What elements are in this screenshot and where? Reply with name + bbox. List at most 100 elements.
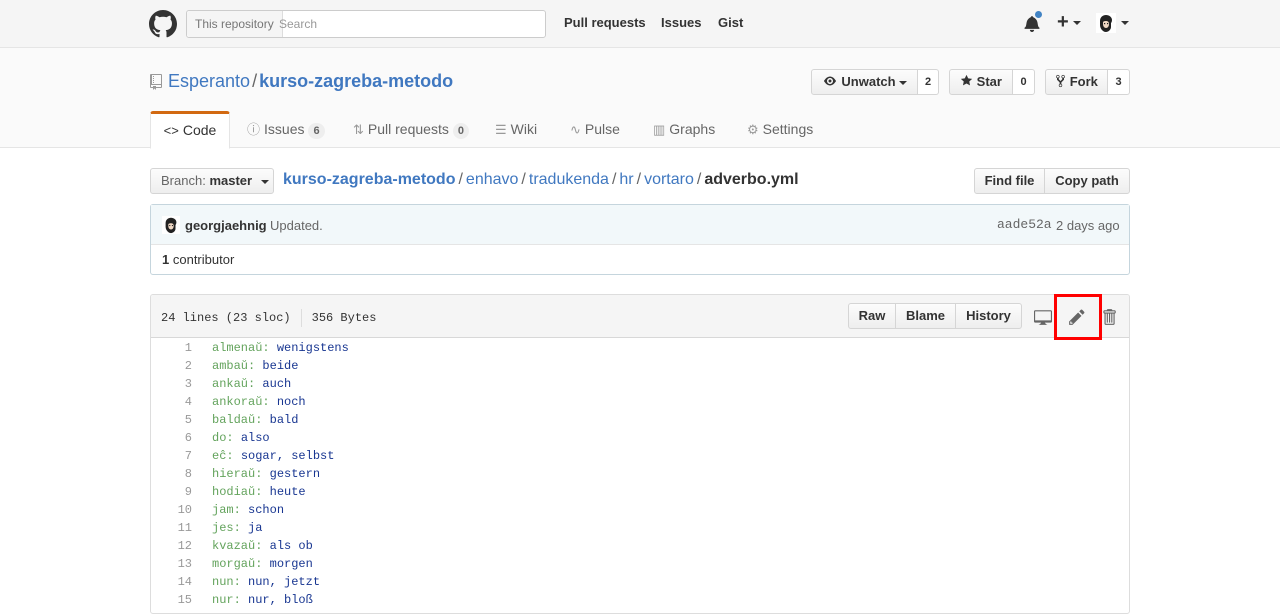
issues-counter: 6 bbox=[308, 123, 325, 139]
line-number[interactable]: 14 bbox=[151, 573, 192, 591]
yaml-key: nun: bbox=[212, 575, 241, 589]
breadcrumb-separator: / bbox=[521, 171, 526, 188]
star-button[interactable]: Star bbox=[949, 69, 1013, 95]
line-number[interactable]: 10 bbox=[151, 501, 192, 519]
repo-title-separator: / bbox=[252, 71, 258, 91]
repo-icon bbox=[150, 74, 162, 90]
breadcrumb: kurso-zagreba-metodo / enhavo / tradukenda / h… bbox=[283, 171, 799, 189]
blame-button[interactable]: Blame bbox=[895, 303, 956, 329]
file-header: 24 lines (23 sloc) 356 Bytes Raw Blame Hi… bbox=[151, 295, 1129, 338]
yaml-key: ankoraŭ: bbox=[212, 395, 270, 409]
tab-graphs[interactable]: ▥ Graphs bbox=[653, 111, 715, 149]
contributors-toggle[interactable]: 1 contributor bbox=[162, 252, 234, 267]
line-number[interactable]: 12 bbox=[151, 537, 192, 555]
raw-button[interactable]: Raw bbox=[848, 303, 896, 329]
tab-graphs-label: Graphs bbox=[669, 121, 716, 137]
line-number[interactable]: 2 bbox=[151, 357, 192, 375]
line-number[interactable]: 8 bbox=[151, 465, 192, 483]
repo-header: Esperanto / kurso-zagreba-metodo Unwatch 2… bbox=[0, 48, 1280, 149]
chevron-down-icon[interactable] bbox=[1121, 21, 1129, 25]
tab-pulse[interactable]: ∿ Pulse bbox=[570, 111, 620, 149]
yaml-value: also bbox=[240, 431, 270, 445]
file-info: 24 lines (23 sloc) 356 Bytes bbox=[161, 309, 376, 327]
watch-count[interactable]: 2 bbox=[918, 69, 939, 95]
tab-wiki-label: Wiki bbox=[510, 121, 538, 137]
breadcrumb-repo-link[interactable]: kurso-zagreba-metodo bbox=[283, 171, 455, 188]
yaml-key: baldaŭ: bbox=[212, 413, 263, 427]
github-logo-icon[interactable] bbox=[149, 10, 177, 38]
line-number[interactable]: 4 bbox=[151, 393, 192, 411]
issue-icon: ⓘ bbox=[247, 122, 261, 137]
repo-owner-link[interactable]: Esperanto bbox=[168, 71, 250, 91]
tab-settings[interactable]: ⚙ Settings bbox=[747, 111, 813, 149]
yaml-value: morgen bbox=[269, 557, 313, 571]
trash-icon[interactable] bbox=[1100, 308, 1118, 326]
line-number[interactable]: 1 bbox=[151, 339, 192, 357]
yaml-value: als ob bbox=[269, 539, 313, 553]
branch-selector[interactable]: Branch: master bbox=[150, 168, 274, 194]
yaml-key: eĉ: bbox=[212, 449, 234, 463]
copy-path-button[interactable]: Copy path bbox=[1044, 168, 1130, 194]
yaml-value: heute bbox=[269, 485, 306, 499]
tab-code[interactable]: <> Code bbox=[150, 111, 230, 149]
line-content: ankoraŭ: noch bbox=[212, 393, 306, 411]
fork-count[interactable]: 3 bbox=[1108, 69, 1130, 95]
star-count[interactable]: 0 bbox=[1013, 69, 1035, 95]
line-number[interactable]: 6 bbox=[151, 429, 192, 447]
tab-pull-requests-label: Pull requests bbox=[367, 121, 449, 137]
search-input[interactable] bbox=[279, 11, 539, 37]
code-line: 7 eĉ: sogar, selbst bbox=[151, 447, 1129, 465]
code-line: 13 morgaŭ: morgen bbox=[151, 555, 1129, 573]
breadcrumb-separator: / bbox=[636, 171, 642, 188]
avatar[interactable] bbox=[162, 216, 180, 234]
code-line: 10 jam: schon bbox=[151, 501, 1129, 519]
nav-gist[interactable]: Gist bbox=[718, 15, 743, 30]
code-line: 4 ankoraŭ: noch bbox=[151, 393, 1129, 411]
yaml-value: beide bbox=[262, 359, 299, 373]
nav-pull-requests[interactable]: Pull requests bbox=[564, 15, 646, 30]
unwatch-label: Unwatch bbox=[841, 74, 896, 89]
commit-message-link[interactable]: Updated. bbox=[270, 218, 323, 233]
unwatch-button[interactable]: Unwatch bbox=[811, 69, 918, 95]
code-line: 3 ankaŭ: auch bbox=[151, 375, 1129, 393]
line-content: jam: schon bbox=[212, 501, 284, 519]
desktop-icon[interactable] bbox=[1034, 308, 1052, 326]
site-header: This repository Pull requests Issues Gis… bbox=[0, 0, 1280, 48]
repo-name-link[interactable]: kurso-zagreba-metodo bbox=[259, 71, 453, 91]
fork-button[interactable]: Fork bbox=[1045, 69, 1108, 95]
code-line: 12 kvazaŭ: als ob bbox=[151, 537, 1129, 555]
notification-indicator bbox=[1034, 10, 1043, 19]
line-number[interactable]: 13 bbox=[151, 555, 192, 573]
commit-sha-link[interactable]: aade52a bbox=[997, 217, 1052, 232]
breadcrumb-dir-link[interactable]: enhavo bbox=[466, 171, 519, 188]
breadcrumb-dir-link[interactable]: hr bbox=[619, 171, 633, 188]
tab-wiki[interactable]: ☰ Wiki bbox=[495, 111, 537, 149]
code-line: 8 hieraŭ: gestern bbox=[151, 465, 1129, 483]
avatar[interactable] bbox=[1096, 13, 1116, 33]
breadcrumb-dir-link[interactable]: tradukenda bbox=[529, 171, 609, 188]
breadcrumb-separator: / bbox=[458, 171, 463, 188]
nav-issues[interactable]: Issues bbox=[661, 15, 701, 30]
code-body: 1 almenaŭ: wenigstens 2 ambaŭ: beide 3 ankaŭ:… bbox=[151, 339, 1129, 609]
yaml-value: schon bbox=[248, 503, 285, 517]
tab-issues[interactable]: ⓘ Issues 6 bbox=[247, 111, 325, 149]
plus-icon[interactable]: + bbox=[1057, 11, 1069, 33]
eye-icon bbox=[823, 76, 836, 86]
breadcrumb-dir-link[interactable]: vortaro bbox=[644, 171, 694, 188]
line-number[interactable]: 7 bbox=[151, 447, 192, 465]
contributors-count: 1 bbox=[162, 252, 170, 267]
tab-pull-requests[interactable]: ⇅ Pull requests 0 bbox=[353, 111, 469, 149]
chevron-down-icon[interactable] bbox=[1073, 21, 1081, 25]
line-number[interactable]: 15 bbox=[151, 591, 192, 609]
history-button[interactable]: History bbox=[955, 303, 1022, 329]
line-number[interactable]: 9 bbox=[151, 483, 192, 501]
commit-author-link[interactable]: georgjaehnig bbox=[185, 218, 267, 233]
pull-request-icon: ⇅ bbox=[353, 122, 364, 137]
find-file-button[interactable]: Find file bbox=[974, 168, 1045, 194]
line-number[interactable]: 3 bbox=[151, 375, 192, 393]
line-number[interactable]: 11 bbox=[151, 519, 192, 537]
file-info-divider bbox=[300, 309, 302, 327]
yaml-value: nun, jetzt bbox=[248, 575, 321, 589]
search-scope-label: This repository bbox=[187, 11, 283, 37]
line-number[interactable]: 5 bbox=[151, 411, 192, 429]
